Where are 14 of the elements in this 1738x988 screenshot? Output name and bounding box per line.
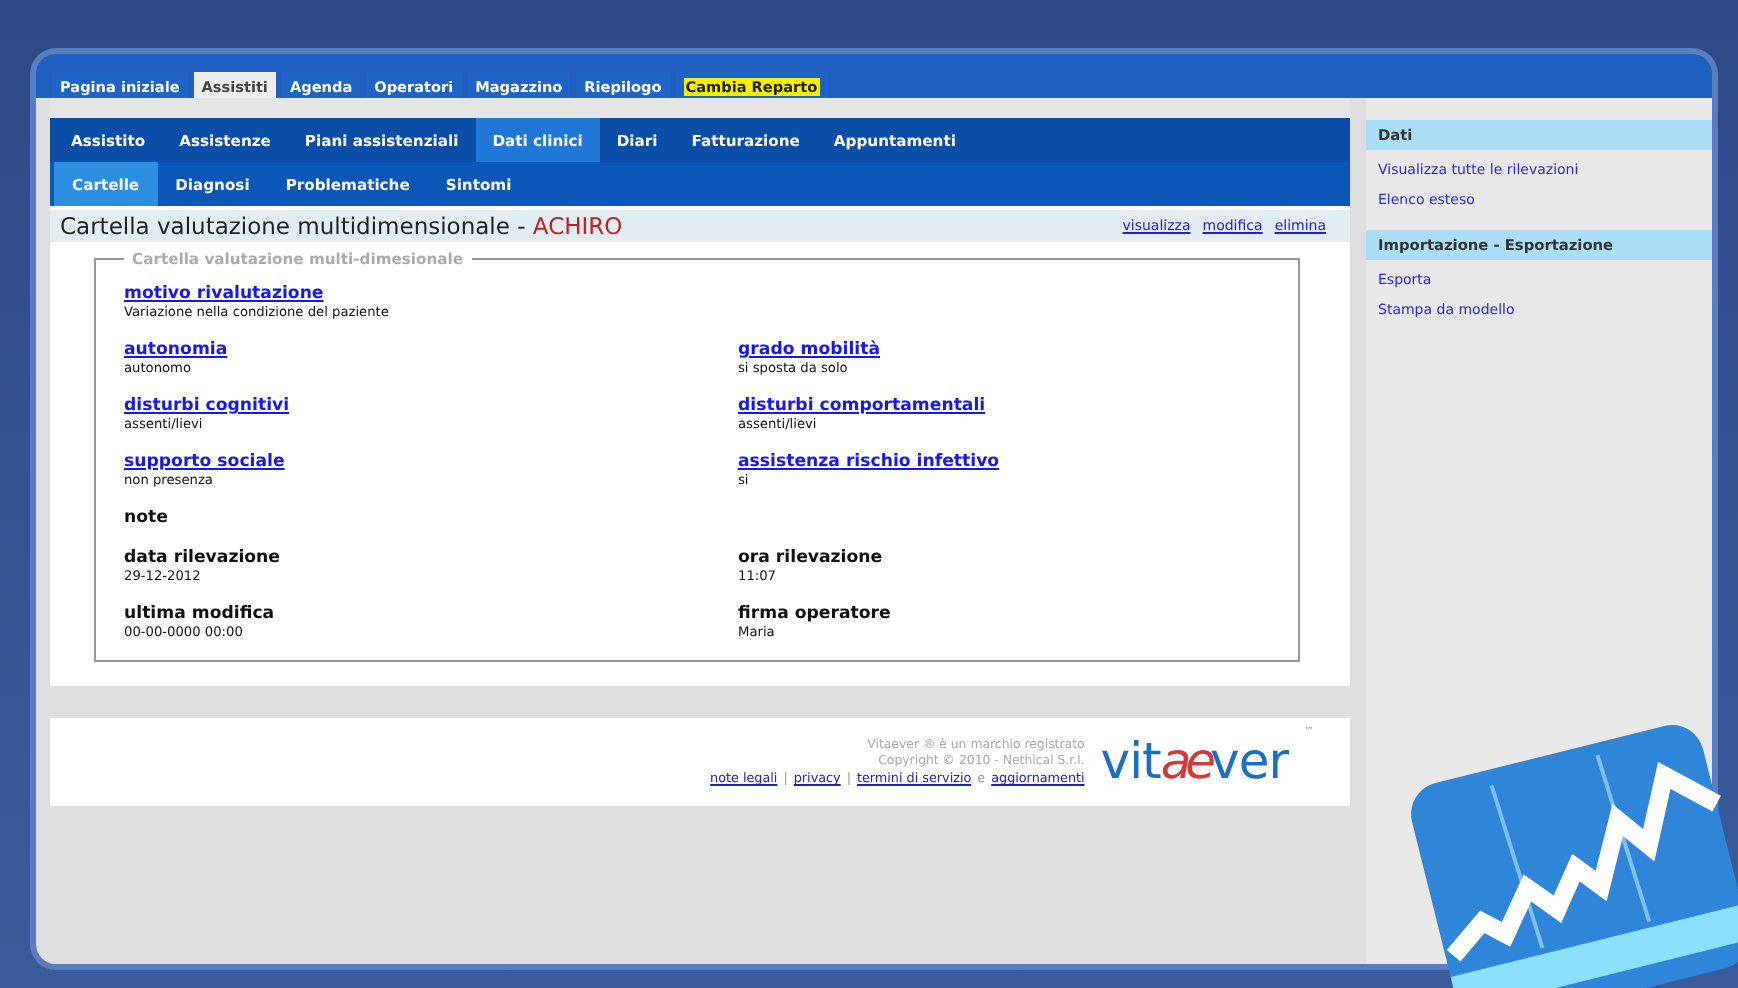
field-label: ultima modifica (124, 604, 275, 624)
field-label: ora rilevazione (738, 548, 883, 568)
field-label-link[interactable]: disturbi comportamentali (738, 396, 986, 416)
field-label: firma operatore (738, 604, 891, 624)
field-label-link[interactable]: motivo rivalutazione (124, 284, 324, 304)
field-label-link[interactable]: assistenza rischio infettivo (738, 452, 1000, 472)
field-label-link[interactable]: supporto sociale (124, 452, 285, 472)
field-label-link[interactable]: grado mobilità (738, 340, 880, 360)
field-label: note (124, 508, 168, 528)
logo: vitaever (1100, 736, 1288, 788)
field-label-link[interactable]: autonomia (124, 340, 228, 360)
record-title: Cartella valutazione multidimensionale - ACHIRO (60, 212, 625, 240)
field-label: data rilevazione (124, 548, 281, 568)
field-label-link[interactable]: disturbi cognitivi (124, 396, 290, 416)
